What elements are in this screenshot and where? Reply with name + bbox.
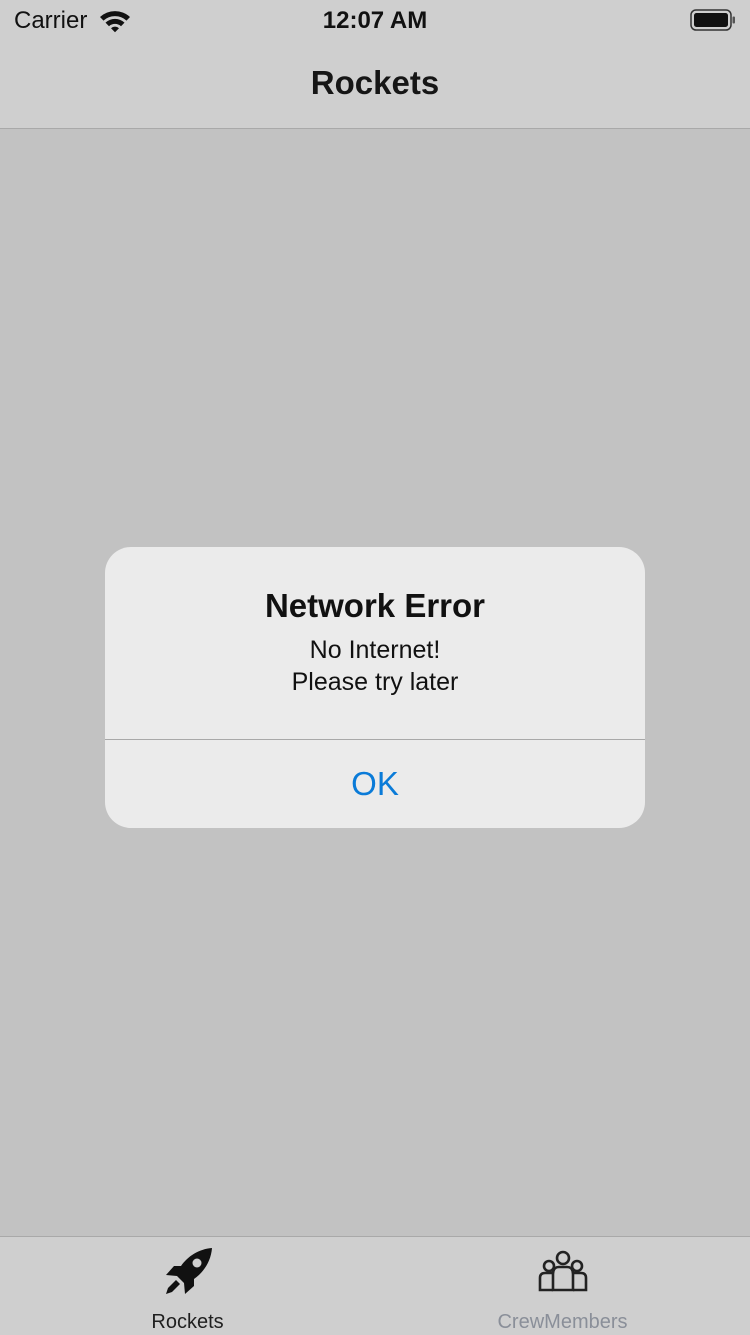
battery-icon (690, 9, 735, 31)
rocket-icon (166, 1248, 212, 1294)
alert-message-line-2: Please try later (291, 668, 459, 696)
tab-crew-members[interactable]: CrewMembers (375, 1237, 750, 1335)
network-error-alert: Network Error No Internet! Please try la… (105, 547, 645, 828)
status-bar: Carrier 12:07 AM (0, 0, 750, 40)
tab-rockets-label: Rockets (151, 1311, 224, 1333)
crew-members-icon (538, 1250, 588, 1292)
navigation-bar: Rockets (0, 40, 750, 129)
tab-rockets[interactable]: Rockets (0, 1237, 375, 1335)
page-title: Rockets (310, 64, 440, 101)
ok-button[interactable]: OK (105, 740, 645, 828)
alert-title: Network Error (264, 587, 486, 624)
status-time: 12:07 AM (322, 7, 428, 34)
alert-message-line-1: No Internet! (309, 636, 441, 664)
tab-crew-members-label: CrewMembers (497, 1311, 628, 1333)
tab-bar: Rockets CrewMembers (0, 1236, 750, 1335)
